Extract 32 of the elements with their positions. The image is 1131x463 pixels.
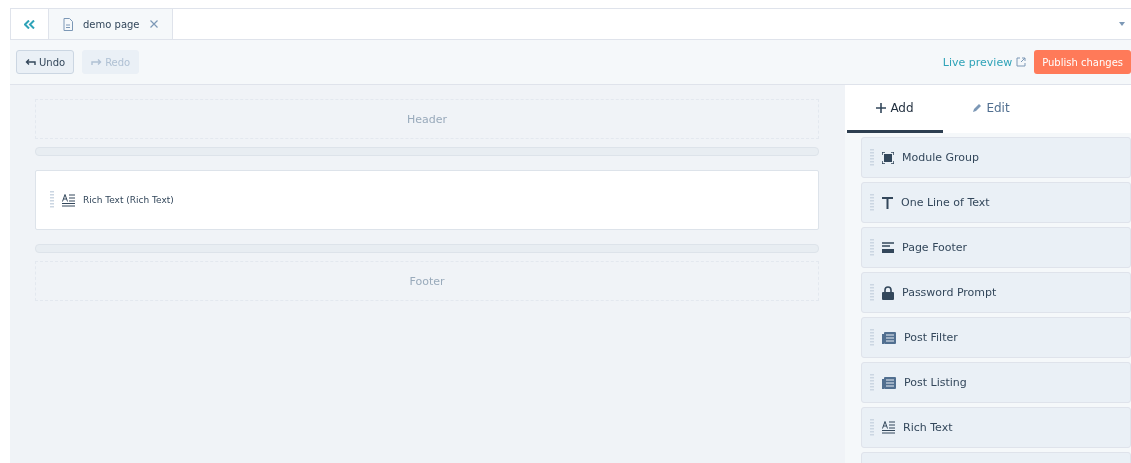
collapse-button[interactable] [11, 9, 49, 39]
section-label: Footer [409, 274, 445, 288]
module-item[interactable]: Page Footer [861, 227, 1131, 268]
module-item[interactable]: Post Filter [861, 317, 1131, 358]
post-icon [882, 331, 896, 344]
text-icon [882, 196, 893, 209]
plus-icon [876, 102, 887, 113]
drag-handle-icon[interactable] [50, 191, 54, 209]
module-item[interactable]: Rich Text [861, 407, 1131, 448]
module-item[interactable]: Password Prompt [861, 272, 1131, 313]
rich-text-icon [882, 421, 895, 434]
dropdown-caret-icon[interactable] [1119, 22, 1125, 26]
module-card[interactable]: Rich Text (Rich Text) [35, 170, 819, 230]
module-label: Rich Text (Rich Text) [83, 195, 174, 205]
redo-arrow-icon [91, 58, 103, 66]
rich-text-icon [62, 193, 75, 207]
pencil-icon [972, 102, 983, 113]
undo-arrow-icon [25, 58, 36, 66]
module-group-icon [882, 151, 894, 164]
module-item[interactable]: Post Listing [861, 362, 1131, 403]
module-item[interactable]: One Line of Text [861, 182, 1131, 223]
undo-button[interactable]: Undo [16, 50, 75, 74]
document-icon [63, 17, 73, 31]
tab-label: demo page [83, 18, 140, 30]
external-link-icon [1016, 57, 1027, 67]
section-label: Header [406, 112, 448, 126]
lock-icon [882, 285, 894, 300]
post-icon [882, 376, 896, 389]
module-item[interactable]: Module Group [861, 137, 1131, 178]
double-chevron-left-icon [24, 20, 35, 29]
footer-icon [882, 242, 894, 253]
close-icon[interactable] [149, 20, 158, 28]
